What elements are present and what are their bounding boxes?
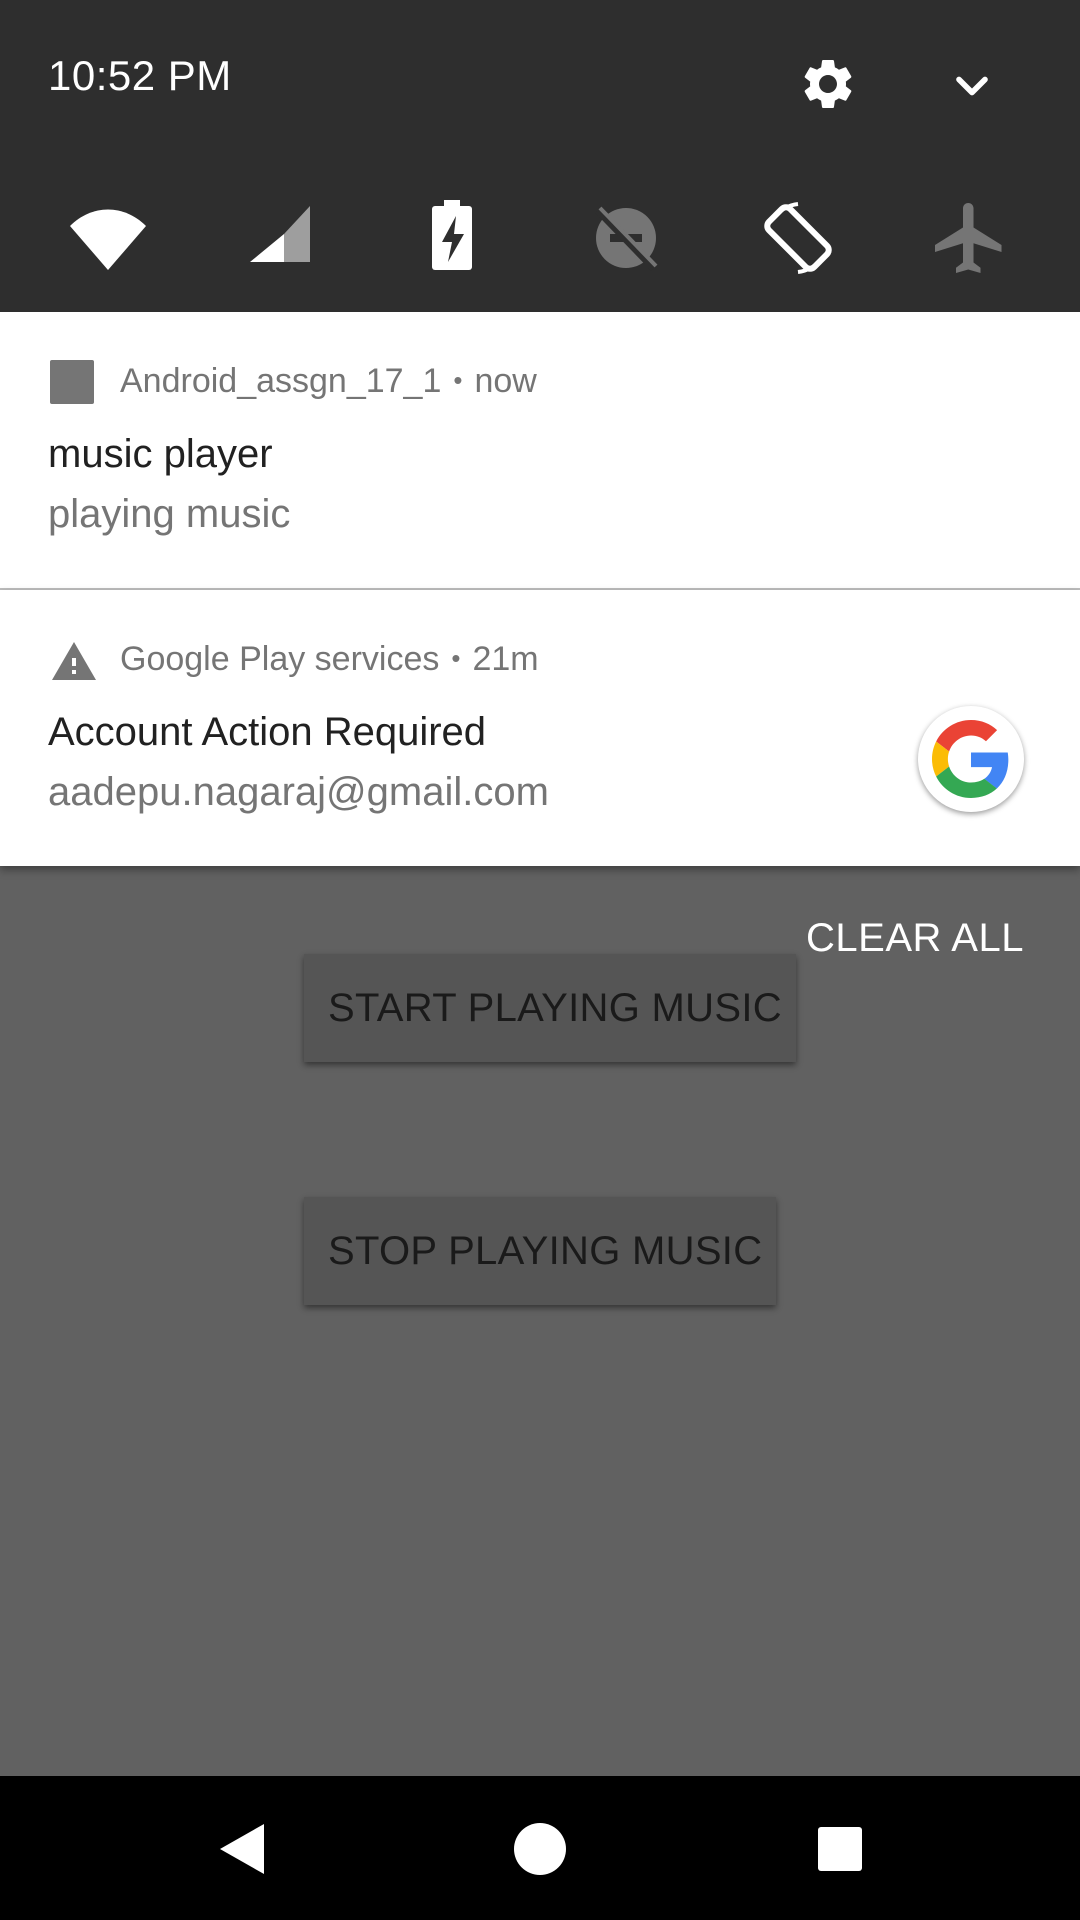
airplane-mode-off-icon[interactable]	[928, 196, 1012, 280]
home-icon[interactable]	[514, 1823, 566, 1875]
recent-apps-icon[interactable]	[818, 1827, 862, 1871]
navigation-bar	[0, 1776, 1080, 1920]
notification-music-player[interactable]: Android_assgn_17_1 • now music player play…	[0, 312, 1080, 588]
clock: 10:52 PM	[48, 52, 232, 99]
separator: •	[451, 643, 461, 673]
notification-text: aadepu.nagaraj@gmail.com	[48, 770, 549, 814]
notification-header: Google Play services • 21m	[120, 640, 539, 679]
notification-title: Account Action Required	[48, 710, 487, 754]
start-playing-music-button[interactable]: START PLAYING MUSIC	[304, 954, 796, 1062]
separator: •	[453, 365, 463, 395]
do-not-disturb-off-icon[interactable]	[584, 196, 668, 280]
clear-all-button[interactable]: CLEAR ALL	[806, 916, 1024, 961]
notification-header: Android_assgn_17_1 • now	[120, 362, 537, 401]
notification-google-play-services[interactable]: Google Play services • 21m Account Action …	[0, 590, 1080, 866]
notification-time: 21m	[472, 640, 539, 678]
google-g-icon	[918, 706, 1024, 812]
wifi-icon[interactable]	[66, 196, 150, 280]
app-name: Android_assgn_17_1	[120, 362, 442, 400]
chevron-down-icon[interactable]	[946, 60, 998, 112]
back-icon[interactable]	[208, 1814, 278, 1884]
notification-title: music player	[48, 432, 273, 476]
notification-time: now	[474, 362, 537, 400]
quick-settings-panel: 10:52 PM	[0, 0, 1080, 312]
app-square-icon	[50, 360, 94, 404]
stop-playing-music-button[interactable]: STOP PLAYING MUSIC	[304, 1197, 776, 1305]
battery-charging-icon[interactable]	[410, 196, 494, 280]
auto-rotate-icon[interactable]	[756, 196, 840, 280]
warning-icon	[50, 638, 96, 682]
cellular-signal-icon[interactable]	[238, 196, 322, 280]
gear-icon[interactable]	[798, 54, 858, 114]
notification-text: playing music	[48, 492, 291, 536]
app-name: Google Play services	[120, 640, 440, 678]
